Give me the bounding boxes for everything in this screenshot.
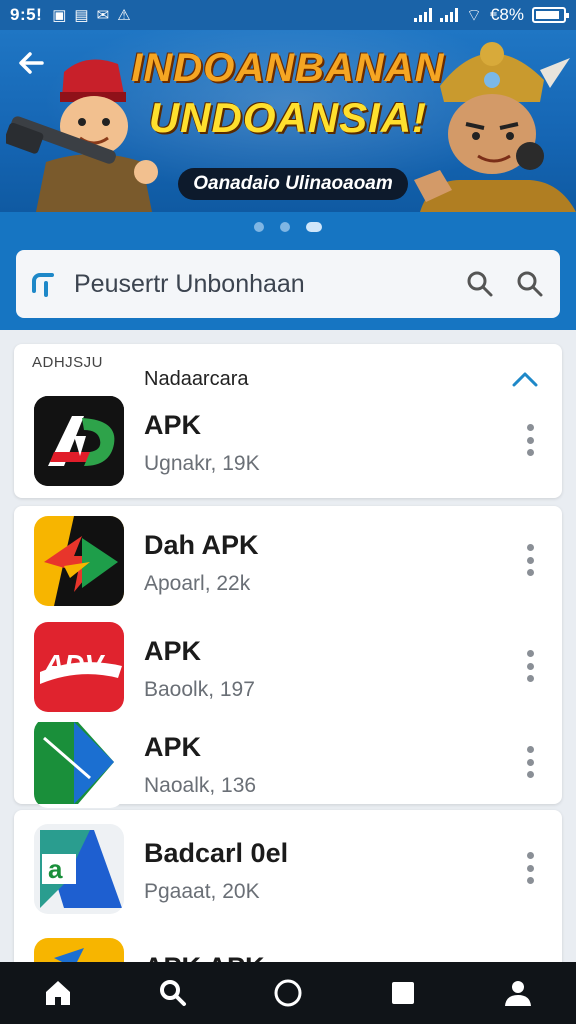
search-area: Peusertr Unbonhaan bbox=[0, 242, 576, 330]
app-list-item[interactable]: Dah APK Apoarl, 22k bbox=[14, 510, 562, 610]
a-logo-icon: a bbox=[34, 824, 124, 914]
app-store-logo-icon bbox=[32, 273, 54, 297]
section-card: ADHJSJU Nadaarcara APK Ugnakr, 19K bbox=[14, 344, 562, 498]
bottom-navigation bbox=[0, 962, 576, 1024]
app-name: Badcarl 0el bbox=[144, 838, 289, 868]
chevron-up-icon[interactable] bbox=[510, 368, 540, 390]
app-name: APK bbox=[144, 410, 202, 440]
adv-logo-icon: ADV bbox=[34, 622, 124, 712]
banner-subtitle: Oanadaio Ulinaoaoam bbox=[178, 168, 408, 200]
search-text[interactable]: Peusertr Unbonhaan bbox=[74, 270, 446, 299]
carousel-indicator bbox=[0, 212, 576, 242]
notification-icons: ▣ ▤ ✉ ⚠ bbox=[52, 6, 130, 24]
svg-text:a: a bbox=[48, 854, 63, 884]
app-meta: Ugnakr, 19K bbox=[144, 452, 260, 475]
carousel-dot-3[interactable] bbox=[306, 222, 322, 232]
play-logo-icon bbox=[34, 718, 124, 808]
more-options-icon[interactable] bbox=[520, 420, 540, 460]
alert-icon: ⚠ bbox=[117, 7, 131, 24]
section-tag: ADHJSJU bbox=[32, 354, 104, 371]
promo-banner[interactable]: INDOANBANAN UNDOANSIA! Oanadaio Ulinaoao… bbox=[0, 30, 576, 212]
search-icon[interactable] bbox=[464, 268, 496, 300]
message-icon: ▤ bbox=[74, 7, 89, 24]
carousel-dot-1[interactable] bbox=[254, 222, 264, 232]
more-options-icon[interactable] bbox=[520, 848, 540, 888]
app-list-item[interactable]: APK Ugnakr, 19K bbox=[14, 390, 562, 490]
more-options-icon[interactable] bbox=[520, 646, 540, 686]
app-meta: Pgaaat, 20K bbox=[144, 880, 260, 903]
app-list-card: Dah APK Apoarl, 22k ADV APK Baoolk, 197 … bbox=[14, 506, 562, 808]
battery-percent: €8% bbox=[489, 5, 524, 24]
ad-logo-icon bbox=[34, 396, 124, 486]
section-title: Nadaarcara bbox=[144, 368, 249, 390]
search-input[interactable]: Peusertr Unbonhaan bbox=[16, 250, 560, 318]
app-meta: Baoolk, 197 bbox=[144, 678, 255, 701]
status-bar: 9:5! ▣ ▤ ✉ ⚠ ⌔ €8% bbox=[0, 0, 576, 30]
app-name: Dah APK bbox=[144, 530, 259, 560]
search-icon[interactable] bbox=[143, 962, 203, 1024]
app-meta: Naoalk, 136 bbox=[144, 774, 257, 797]
app-list-item[interactable]: APK Naoalk, 136 bbox=[14, 712, 562, 812]
search-icon-secondary[interactable] bbox=[514, 268, 546, 300]
svg-text:ADV: ADV bbox=[43, 649, 105, 680]
app-meta: Apoarl, 22k bbox=[144, 572, 251, 595]
signal-icon-2 bbox=[439, 8, 458, 22]
circle-home-icon[interactable] bbox=[258, 962, 318, 1024]
carousel-dot-2[interactable] bbox=[280, 222, 290, 232]
profile-icon[interactable] bbox=[488, 962, 548, 1024]
app-name: APK bbox=[144, 636, 202, 666]
app-list-item[interactable]: a Badcarl 0el Pgaaat, 20K bbox=[14, 818, 562, 918]
wifi-icon: ⌔ bbox=[465, 5, 482, 25]
home-icon[interactable] bbox=[28, 962, 88, 1024]
gallery-icon: ▣ bbox=[52, 7, 67, 24]
more-options-icon[interactable] bbox=[520, 540, 540, 580]
arrow-logo-icon bbox=[34, 516, 124, 606]
banner-title-line2: UNDOANSIA! bbox=[148, 94, 428, 141]
banner-title-line1: INDOANBANAN bbox=[131, 46, 445, 90]
more-options-icon[interactable] bbox=[520, 742, 540, 782]
battery-fill bbox=[536, 11, 559, 19]
app-name: APK bbox=[144, 732, 202, 762]
signal-icon bbox=[413, 8, 432, 22]
clock-time: 9:5! bbox=[10, 5, 43, 24]
square-icon[interactable] bbox=[373, 962, 433, 1024]
battery-icon bbox=[532, 7, 569, 23]
app-list-card: a Badcarl 0el Pgaaat, 20K APK APK bbox=[14, 810, 562, 970]
system-icons: ⌔ €8% bbox=[413, 5, 569, 26]
app-list-item[interactable]: ADV APK Baoolk, 197 bbox=[14, 616, 562, 716]
mail-icon: ✉ bbox=[96, 7, 110, 24]
